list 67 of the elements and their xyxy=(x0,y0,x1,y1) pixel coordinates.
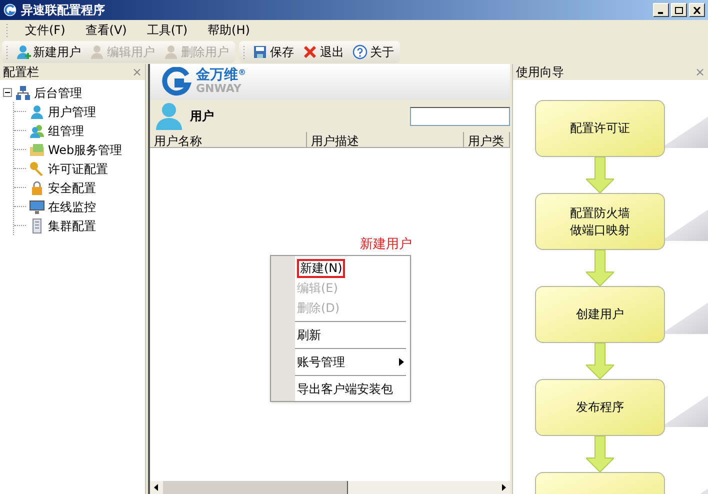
key-icon xyxy=(29,160,45,176)
close-icon xyxy=(693,6,701,14)
logo-icon xyxy=(162,67,192,97)
search-field[interactable] xyxy=(410,106,510,126)
folder-icon xyxy=(29,142,45,158)
tree-item[interactable]: 后台管理 xyxy=(34,84,82,102)
maximize-button[interactable] xyxy=(671,3,687,17)
column-header[interactable]: 用户类 xyxy=(464,132,510,147)
user-add-icon xyxy=(15,44,31,60)
menu-item[interactable]: 账号管理 xyxy=(295,352,406,372)
tree-toggle-icon[interactable] xyxy=(3,88,12,97)
toolbar-button[interactable]: 新建用户 xyxy=(13,42,83,62)
section-title: 用户 xyxy=(190,108,215,125)
menu-item[interactable]: 刷新 xyxy=(295,325,406,345)
network-icon xyxy=(15,84,31,100)
monitor-icon xyxy=(29,198,45,214)
panel-title: 配置栏 xyxy=(3,64,39,81)
help-icon xyxy=(352,44,368,60)
user-icon xyxy=(154,102,184,130)
flow-step: 配置防火墙做端口映射 xyxy=(535,193,665,250)
close-icon xyxy=(302,44,318,60)
panel-title: 使用向导 xyxy=(516,64,564,81)
annotation-text: 新建用户 xyxy=(360,236,412,254)
menu-item[interactable]: 文件(F) xyxy=(21,21,70,39)
horizontal-scrollbar[interactable] xyxy=(150,481,510,494)
tree-item[interactable]: 集群配置 xyxy=(48,216,96,234)
column-header[interactable]: 用户名称 xyxy=(150,132,307,147)
down-arrow-icon xyxy=(586,157,614,193)
tree-item[interactable]: 安全配置 xyxy=(48,178,96,196)
grip-icon xyxy=(243,45,246,59)
menu-item[interactable]: 查看(V) xyxy=(81,21,131,39)
tree-item[interactable]: Web服务管理 xyxy=(48,140,122,158)
menu-item[interactable]: 帮助(H) xyxy=(204,21,254,39)
maximize-icon xyxy=(675,6,683,14)
users-icon xyxy=(29,122,45,138)
user-delete-icon xyxy=(163,44,179,60)
toolbar-button[interactable]: 退出 xyxy=(300,42,346,62)
flow-step: 创建用户 xyxy=(535,286,665,343)
down-arrow-icon xyxy=(586,436,614,472)
logo-subtext: GNWAY xyxy=(196,82,242,95)
submenu-arrow-icon xyxy=(399,358,404,366)
flow-step: 配置许可证 xyxy=(535,100,665,157)
column-header[interactable]: 用户描述 xyxy=(307,132,464,147)
close-button[interactable] xyxy=(689,3,705,17)
user-edit-icon xyxy=(89,44,105,60)
menu-item[interactable]: 工具(T) xyxy=(142,21,192,39)
down-arrow-icon xyxy=(586,343,614,379)
logo-text: 金万维$^{®}$ xyxy=(196,69,246,82)
scroll-thumb[interactable] xyxy=(163,481,348,494)
tree-item[interactable]: 在线监控 xyxy=(48,198,96,216)
grip-icon xyxy=(6,23,9,37)
toolbar-button[interactable]: 保存 xyxy=(250,42,296,62)
flow-step: 发布程序 xyxy=(535,379,665,436)
save-icon xyxy=(252,44,268,60)
window-title: 异速联配置程序 xyxy=(21,2,106,19)
down-arrow-icon xyxy=(586,250,614,286)
minimize-button[interactable] xyxy=(653,3,669,17)
app-logo-icon xyxy=(3,3,17,17)
tree-item[interactable]: 组管理 xyxy=(48,122,84,140)
menu-item[interactable]: 导出客户端安装包 xyxy=(295,379,406,399)
tree-item[interactable]: 用户管理 xyxy=(48,102,96,120)
lock-icon xyxy=(29,180,45,196)
toolbar-button[interactable]: 关于 xyxy=(350,42,396,62)
grip-icon xyxy=(6,45,9,59)
menu-item[interactable]: 新建(N) xyxy=(295,258,406,278)
tree-item[interactable]: 许可证配置 xyxy=(48,160,108,178)
user-icon xyxy=(29,104,45,120)
